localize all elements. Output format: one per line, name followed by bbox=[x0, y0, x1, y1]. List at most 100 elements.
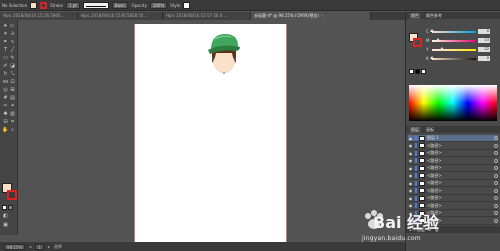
brush-definition[interactable]: Basic bbox=[111, 1, 129, 9]
tab-color[interactable]: 颜色 bbox=[409, 12, 421, 19]
zoom-tool-icon[interactable]: ⌕ bbox=[9, 127, 16, 134]
variable-width-profile[interactable] bbox=[82, 1, 109, 9]
layer-row[interactable]: ◉ <路径> bbox=[408, 158, 498, 165]
visibility-eye-icon[interactable]: ◉ bbox=[408, 181, 413, 186]
blend-tool-icon[interactable]: ⚭ bbox=[9, 103, 16, 110]
artboard[interactable] bbox=[134, 24, 287, 242]
black-swatch[interactable] bbox=[415, 69, 420, 74]
artboard-prev-icon[interactable]: ◂ bbox=[29, 244, 31, 249]
document-tab[interactable]: Hpic 2018/08/16 1536 5858 50... bbox=[78, 12, 163, 20]
layer-target-icon[interactable] bbox=[494, 143, 498, 148]
mesh-tool-icon[interactable]: # bbox=[2, 95, 9, 102]
close-tab-icon[interactable]: × bbox=[321, 13, 324, 18]
hand-tool-icon[interactable]: ✋ bbox=[2, 127, 9, 134]
lasso-tool-icon[interactable]: ∂ bbox=[9, 31, 16, 38]
layer-target-icon[interactable] bbox=[494, 173, 498, 178]
layer-row[interactable]: ◉ <路径> bbox=[408, 188, 498, 195]
document-tab[interactable]: Hpic 2018/08/16 15:26 5860... bbox=[0, 12, 78, 20]
fill-swatch-control[interactable] bbox=[30, 1, 38, 9]
tab-layers[interactable]: 图层 bbox=[409, 126, 421, 133]
screen-mode-icon[interactable]: ▣ bbox=[2, 222, 9, 229]
none-swatch[interactable] bbox=[409, 69, 414, 74]
line-tool-icon[interactable]: ╱ bbox=[9, 47, 16, 54]
layer-target-icon[interactable] bbox=[494, 158, 498, 163]
visibility-eye-icon[interactable]: ◉ bbox=[408, 151, 413, 156]
gradient-mode-swatch[interactable] bbox=[8, 205, 13, 210]
visibility-eye-icon[interactable]: ◉ bbox=[408, 188, 413, 193]
scale-tool-icon[interactable]: ⤡ bbox=[9, 71, 16, 78]
shaper-tool-icon[interactable]: ✐ bbox=[2, 63, 9, 70]
artboard-next-icon[interactable]: ▸ bbox=[48, 244, 50, 249]
layer-row[interactable]: ◉ <路径> bbox=[408, 150, 498, 157]
layer-target-icon[interactable] bbox=[494, 211, 498, 215]
layer-target-icon[interactable] bbox=[494, 196, 498, 200]
visibility-eye-icon[interactable]: ◉ bbox=[408, 173, 413, 178]
layer-target-icon[interactable] bbox=[494, 136, 498, 140]
tab-artboards[interactable]: 画板 bbox=[424, 127, 436, 133]
graphic-style-swatch[interactable] bbox=[183, 1, 191, 9]
slider-thumb[interactable] bbox=[430, 55, 434, 59]
symbol-sprayer-tool-icon[interactable]: ✺ bbox=[2, 111, 9, 118]
direct-selection-tool-icon[interactable]: ▷ bbox=[9, 23, 16, 30]
stroke-color-box[interactable] bbox=[7, 190, 17, 200]
layer-target-icon[interactable] bbox=[494, 218, 498, 223]
stroke-swatch-control[interactable] bbox=[40, 1, 48, 9]
shape-builder-tool-icon[interactable]: ◎ bbox=[2, 87, 9, 94]
magic-wand-tool-icon[interactable]: ✶ bbox=[2, 31, 9, 38]
curvature-tool-icon[interactable]: ∿ bbox=[9, 39, 16, 46]
column-graph-tool-icon[interactable]: ▥ bbox=[9, 111, 16, 118]
opacity-field[interactable]: 100% bbox=[149, 1, 168, 9]
slider-thumb[interactable] bbox=[439, 46, 444, 50]
width-tool-icon[interactable]: ⋈ bbox=[2, 79, 9, 86]
eraser-tool-icon[interactable]: ◪ bbox=[9, 63, 16, 70]
visibility-eye-icon[interactable]: ◉ bbox=[408, 158, 413, 163]
color-slider-y[interactable]: Y 22 bbox=[426, 46, 498, 52]
eyedropper-tool-icon[interactable]: ✑ bbox=[2, 103, 9, 110]
rectangle-tool-icon[interactable]: ▭ bbox=[2, 55, 9, 62]
layer-row[interactable]: ◉ <路径> bbox=[408, 165, 498, 172]
zoom-level-field[interactable]: 98.15% bbox=[4, 243, 26, 250]
channel-value-field[interactable]: 13 bbox=[478, 38, 490, 43]
layer-row[interactable]: ◉ <路径> bbox=[408, 180, 498, 187]
pen-tool-icon[interactable]: ✒ bbox=[2, 39, 9, 46]
visibility-eye-icon[interactable]: ◉ bbox=[408, 143, 413, 148]
gradient-tool-icon[interactable]: ▤ bbox=[9, 95, 16, 102]
layer-target-icon[interactable] bbox=[494, 181, 498, 185]
type-tool-icon[interactable]: T bbox=[2, 47, 9, 54]
slider-track[interactable] bbox=[430, 28, 476, 33]
layer-target-icon[interactable] bbox=[494, 166, 498, 170]
layer-row[interactable]: ◉ 图层 1 bbox=[408, 135, 498, 142]
layer-row[interactable]: ◉ <路径> bbox=[408, 195, 498, 202]
color-slider-c[interactable]: C 0 bbox=[426, 28, 498, 34]
layer-target-icon[interactable] bbox=[494, 151, 498, 155]
slider-thumb[interactable] bbox=[430, 28, 434, 32]
color-mode-swatch[interactable] bbox=[2, 205, 7, 210]
selection-tool-icon[interactable]: ➤ bbox=[2, 23, 9, 30]
layer-target-icon[interactable] bbox=[494, 188, 498, 193]
character-illustration[interactable] bbox=[204, 29, 244, 79]
slice-tool-icon[interactable]: ⌗ bbox=[9, 119, 16, 126]
panel-stroke-swatch[interactable] bbox=[413, 38, 422, 47]
document-tab-active[interactable]: 未标题-4* @ 98.15% (CMYK/预览) × bbox=[251, 12, 371, 20]
layer-row[interactable]: ◉ <路径> bbox=[408, 143, 498, 150]
visibility-eye-icon[interactable]: ◉ bbox=[408, 196, 413, 201]
slider-track[interactable] bbox=[432, 46, 476, 51]
free-transform-tool-icon[interactable]: ⊡ bbox=[9, 79, 16, 86]
artboard-tool-icon[interactable]: ⊟ bbox=[2, 119, 9, 126]
draw-mode-icon[interactable]: ◧ bbox=[2, 213, 9, 220]
color-slider-k[interactable]: K 0 bbox=[426, 55, 498, 61]
color-slider-m[interactable]: M 13 bbox=[426, 37, 498, 43]
channel-value-field[interactable]: 0 bbox=[478, 29, 490, 34]
stroke-weight-field[interactable]: 1 pt bbox=[65, 1, 80, 9]
channel-value-field[interactable]: 22 bbox=[478, 47, 490, 52]
visibility-eye-icon[interactable]: ◉ bbox=[408, 166, 413, 171]
artboard-number-field[interactable]: 1 bbox=[35, 243, 44, 250]
white-swatch[interactable] bbox=[421, 69, 426, 74]
tab-color-guide[interactable]: 颜色参考 bbox=[424, 13, 444, 19]
slider-track[interactable] bbox=[432, 37, 476, 42]
paintbrush-tool-icon[interactable]: ✎ bbox=[9, 55, 16, 62]
slider-thumb[interactable] bbox=[435, 37, 440, 41]
channel-value-field[interactable]: 0 bbox=[478, 56, 490, 61]
document-tab[interactable]: Hpic 2018/08/16 15-57 56.0 ... bbox=[163, 12, 251, 20]
slider-track[interactable] bbox=[430, 55, 476, 60]
